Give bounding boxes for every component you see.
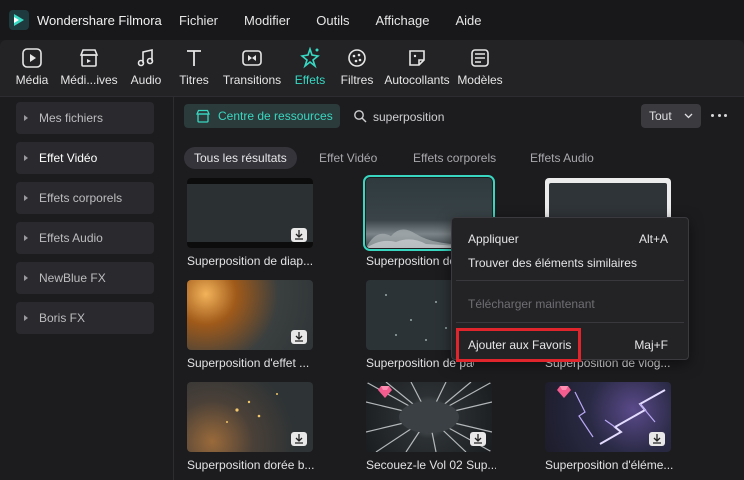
expand-arrow-icon xyxy=(24,195,28,201)
expand-arrow-icon xyxy=(24,155,28,161)
tool-effects[interactable]: Effets xyxy=(286,40,334,96)
title-t-icon xyxy=(187,50,201,66)
effect-title: Superposition dorée b... xyxy=(187,458,315,472)
filter-icon xyxy=(348,49,366,67)
tool-titles-label: Titres xyxy=(179,73,209,87)
tool-media[interactable]: Média xyxy=(8,40,56,96)
context-menu-download-now: Télécharger maintenant xyxy=(468,297,595,311)
menu-outils[interactable]: Outils xyxy=(316,13,349,28)
effect-title: Superposition de diap... xyxy=(187,254,314,268)
tool-audio-label: Audio xyxy=(130,73,162,87)
tool-filters-label: Filtres xyxy=(340,73,374,87)
sidebar-item-label: Effet Vidéo xyxy=(39,151,98,165)
media-icon xyxy=(22,48,42,68)
filmora-window: Wondershare Filmora Fichier Modifier Out… xyxy=(0,0,744,480)
tab-audio-effects[interactable]: Effets Audio xyxy=(530,147,594,169)
sidebar-item-body-effects[interactable]: Effets corporels xyxy=(16,182,154,214)
sticker-icon xyxy=(409,50,425,66)
sidebar-item-newblue-fx[interactable]: NewBlue FX xyxy=(16,262,154,294)
stock-media-icon xyxy=(79,49,99,67)
tool-audio[interactable]: Audio xyxy=(122,40,170,96)
download-icon[interactable] xyxy=(291,330,307,344)
search-icon[interactable] xyxy=(353,109,367,123)
menu-modifier[interactable]: Modifier xyxy=(244,13,290,28)
sidebar-divider xyxy=(173,97,174,480)
download-icon[interactable] xyxy=(470,432,486,446)
menu-bar: Wondershare Filmora Fichier Modifier Out… xyxy=(0,0,744,40)
context-menu-apply[interactable]: Appliquer xyxy=(468,232,519,246)
sidebar-item-my-files[interactable]: Mes fichiers xyxy=(16,102,154,134)
sparkle-icon xyxy=(300,47,320,69)
filmora-logo-icon xyxy=(9,10,29,30)
resource-center-label: Centre de ressources xyxy=(218,109,333,123)
tool-transitions-label: Transitions xyxy=(222,73,282,87)
toolbar-divider xyxy=(0,96,744,97)
menu-separator xyxy=(456,280,684,281)
template-icon xyxy=(471,49,489,67)
app-title: Wondershare Filmora xyxy=(37,12,162,28)
download-icon[interactable] xyxy=(291,228,307,242)
effect-title: Secouez-le Vol 02 Sup... xyxy=(366,458,496,472)
context-menu-find-similar[interactable]: Trouver des éléments similaires xyxy=(468,256,637,270)
menu-aide[interactable]: Aide xyxy=(455,13,481,28)
sidebar-item-label: NewBlue FX xyxy=(39,271,106,285)
sidebar-item-label: Boris FX xyxy=(39,311,86,325)
expand-arrow-icon xyxy=(24,235,28,241)
store-icon xyxy=(196,109,210,123)
sidebar-item-label: Effets Audio xyxy=(39,231,103,245)
tab-all-results[interactable]: Tous les résultats xyxy=(184,147,297,169)
tool-stickers-label: Autocollants xyxy=(384,73,450,87)
menu-separator xyxy=(456,322,684,323)
tool-transitions[interactable]: Transitions xyxy=(218,40,286,96)
more-options-icon[interactable] xyxy=(711,114,727,118)
effect-thumbnail[interactable] xyxy=(545,382,671,452)
tool-filters[interactable]: Filtres xyxy=(334,40,380,96)
effect-thumbnail[interactable] xyxy=(366,382,492,452)
sidebar: Mes fichiers Effet Vidéo Effets corporel… xyxy=(8,102,162,342)
tool-stock-media[interactable]: Médi...ives xyxy=(56,40,122,96)
filter-dropdown[interactable]: Tout xyxy=(641,104,701,128)
tool-templates[interactable]: Modèles xyxy=(454,40,506,96)
tool-stickers[interactable]: Autocollants xyxy=(380,40,454,96)
transition-icon xyxy=(242,50,262,66)
tool-stock-media-label: Médi...ives xyxy=(60,73,118,87)
apply-shortcut: Alt+A xyxy=(638,232,668,246)
tab-body-effects[interactable]: Effets corporels xyxy=(413,147,496,169)
expand-arrow-icon xyxy=(24,275,28,281)
music-note-icon xyxy=(137,49,154,67)
effect-thumbnail[interactable] xyxy=(187,178,313,248)
menu-affichage[interactable]: Affichage xyxy=(376,13,430,28)
effect-title: Superposition de xyxy=(366,254,452,268)
menu-fichier[interactable]: Fichier xyxy=(179,13,218,28)
tool-templates-label: Modèles xyxy=(457,73,503,87)
tool-effects-label: Effets xyxy=(294,73,326,87)
tool-media-label: Média xyxy=(15,73,49,87)
download-icon[interactable] xyxy=(649,432,665,446)
premium-gem-icon xyxy=(557,386,571,398)
sidebar-item-label: Effets corporels xyxy=(39,191,123,205)
chevron-down-icon xyxy=(684,113,693,119)
effect-thumbnail[interactable] xyxy=(187,280,313,350)
favorite-shortcut: Maj+F xyxy=(634,338,668,352)
effect-title: Superposition d'effet ... xyxy=(187,356,310,370)
tab-video-effect[interactable]: Effet Vidéo xyxy=(319,147,377,169)
effect-thumbnail[interactable] xyxy=(187,382,313,452)
highlight-box xyxy=(456,328,581,362)
sidebar-item-audio-effects[interactable]: Effets Audio xyxy=(16,222,154,254)
sidebar-item-video-effect[interactable]: Effet Vidéo xyxy=(16,142,154,174)
filter-selected-value: Tout xyxy=(649,109,672,123)
effect-title: Superposition d'éléme... xyxy=(545,458,674,472)
premium-gem-icon xyxy=(378,386,392,398)
tool-titles[interactable]: Titres xyxy=(170,40,218,96)
expand-arrow-icon xyxy=(24,115,28,121)
sidebar-item-label: Mes fichiers xyxy=(39,111,104,125)
resource-center-button[interactable]: Centre de ressources xyxy=(184,104,340,128)
download-icon[interactable] xyxy=(291,432,307,446)
sidebar-item-boris-fx[interactable]: Boris FX xyxy=(16,302,154,334)
main-toolbar: Média Médi...ives Audio Titres Transitio… xyxy=(0,40,744,96)
search-input[interactable]: superposition xyxy=(373,110,444,124)
expand-arrow-icon xyxy=(24,315,28,321)
